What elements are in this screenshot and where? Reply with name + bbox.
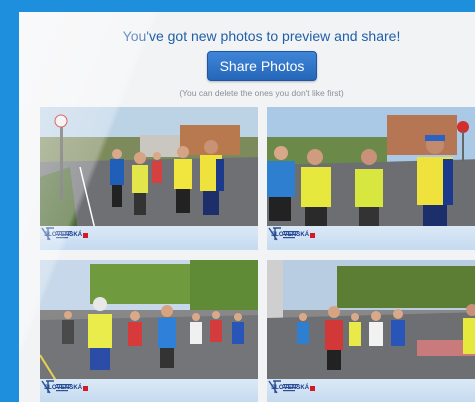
- marathon-logo-icon: [268, 380, 299, 394]
- flag-icon: [83, 233, 88, 238]
- marathon-logo-icon: [41, 380, 72, 394]
- flag-icon: [310, 386, 315, 391]
- share-photos-button[interactable]: Share Photos: [207, 51, 317, 81]
- flag-icon: [310, 233, 315, 238]
- photo-thumbnail-3[interactable]: SLOVENSKÁ: [40, 260, 258, 402]
- photo-brand-bar: SLOVENSKÁ: [40, 379, 258, 402]
- photo-brand-bar: SLOVENSKÁ: [40, 226, 258, 250]
- photo-brand-bar: SLOVENSKÁ: [267, 226, 475, 250]
- photo-thumbnail-1[interactable]: SLOVENSKÁ: [40, 107, 258, 250]
- marathon-logo-icon: [268, 227, 299, 241]
- photo-thumbnail-2[interactable]: SLOVENSKÁ: [267, 107, 475, 250]
- photo-brand-bar: SLOVENSKÁ: [267, 379, 475, 402]
- marathon-logo-icon: [41, 227, 72, 241]
- flag-icon: [83, 386, 88, 391]
- photo-thumbnail-4[interactable]: SLOVENSKÁ: [267, 260, 475, 402]
- photo-share-panel: You've got new photos to preview and sha…: [19, 12, 475, 402]
- page-title: You've got new photos to preview and sha…: [122, 28, 401, 44]
- delete-hint-text: (You can delete the ones you don't like …: [179, 88, 344, 98]
